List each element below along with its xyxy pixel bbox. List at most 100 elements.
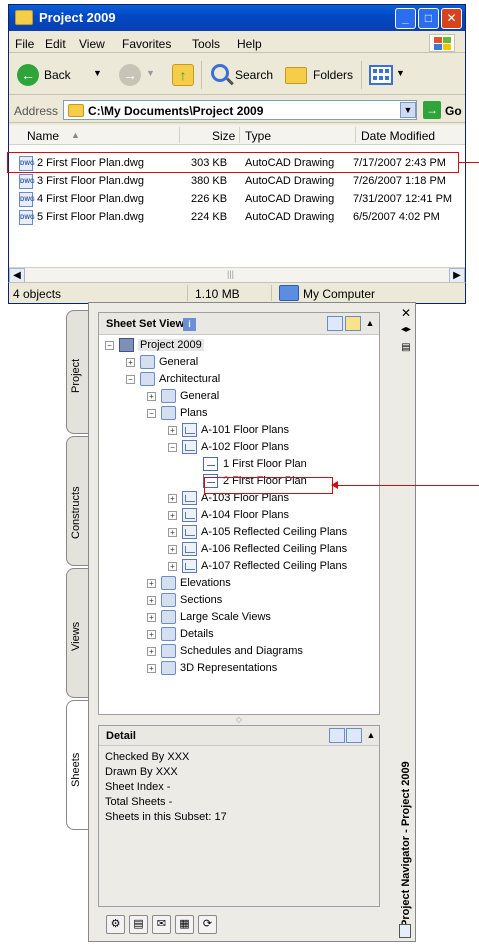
folders-icon[interactable] (285, 67, 307, 84)
maximize-button[interactable]: □ (418, 8, 439, 29)
menu-help[interactable]: Help (237, 37, 262, 51)
minimize-button[interactable]: _ (395, 8, 416, 29)
address-path[interactable]: C:\My Documents\Project 2009 (88, 104, 263, 118)
search-icon[interactable] (211, 64, 229, 82)
tree-item-label: A-102 Floor Plans (201, 441, 290, 453)
collapse-icon[interactable]: − (105, 341, 114, 350)
tree-item-label: Sections (180, 594, 223, 606)
properties-icon[interactable]: ▤ (399, 342, 413, 353)
tab-constructs[interactable]: Constructs (66, 436, 90, 566)
view-toggle-icon[interactable] (327, 316, 343, 331)
expand-icon[interactable]: + (147, 596, 156, 605)
expand-icon[interactable]: + (147, 579, 156, 588)
tab-project[interactable]: Project (66, 310, 90, 434)
expand-icon[interactable]: + (147, 630, 156, 639)
expand-icon[interactable]: + (147, 647, 156, 656)
palette-menu-icon[interactable] (399, 924, 411, 938)
sheet-icon (182, 423, 197, 437)
collapse-icon[interactable]: − (168, 443, 177, 452)
back-dropdown-icon[interactable]: ▼ (93, 68, 102, 78)
collapse-up-icon[interactable]: ▲ (364, 728, 378, 742)
tree-item-label: A-101 Floor Plans (201, 424, 290, 436)
back-button-label[interactable]: Back (44, 68, 71, 82)
detail-view-icon[interactable] (329, 728, 345, 743)
highlight-box-view (204, 477, 333, 494)
forward-arrow-icon[interactable]: → (119, 64, 141, 86)
expand-icon[interactable]: + (147, 664, 156, 673)
preview-icon[interactable] (346, 728, 362, 743)
forward-dropdown-icon[interactable]: ▼ (146, 68, 155, 78)
address-field[interactable]: C:\My Documents\Project 2009 ▼ (63, 100, 417, 120)
sync-icon[interactable]: ⟳ (198, 915, 217, 934)
up-folder-icon[interactable]: ↑ (172, 64, 194, 86)
panel-splitter[interactable]: ◇ (98, 715, 380, 725)
subset-icon (161, 610, 176, 624)
expand-icon[interactable]: + (168, 528, 177, 537)
status-location: My Computer (303, 287, 376, 301)
views-icon[interactable] (369, 65, 393, 85)
explorer-title-bar[interactable]: Project 2009 _ □ ✕ (9, 5, 465, 31)
status-total-size: 1.10 MB (195, 287, 240, 301)
expand-icon[interactable]: + (147, 392, 156, 401)
close-button[interactable]: ✕ (441, 8, 462, 29)
info-icon[interactable]: i (183, 318, 196, 331)
views-dropdown-icon[interactable]: ▼ (396, 68, 405, 78)
expand-icon[interactable]: + (168, 494, 177, 503)
tree-item-label: A-106 Reflected Ceiling Plans (201, 543, 348, 555)
address-dropdown-icon[interactable]: ▼ (400, 102, 416, 118)
go-button-label[interactable]: Go (445, 104, 462, 118)
menu-edit[interactable]: Edit (45, 37, 66, 51)
collapse-up-icon[interactable]: ▲ (363, 316, 377, 330)
file-date: 7/26/2007 1:18 PM (353, 175, 446, 187)
tab-sheets[interactable]: Sheets (66, 700, 90, 830)
back-arrow-icon[interactable]: ← (17, 64, 39, 86)
column-header-name[interactable]: Name (27, 129, 59, 143)
menu-favorites[interactable]: Favorites (122, 37, 171, 51)
column-header-size[interactable]: Size (212, 129, 235, 143)
subset-icon (161, 389, 176, 403)
expand-icon[interactable]: + (168, 562, 177, 571)
explorer-window: Project 2009 _ □ ✕ File Edit View Favori… (8, 4, 466, 294)
horizontal-scrollbar[interactable]: ◀ ||| ▶ (9, 267, 465, 283)
collapse-icon[interactable]: − (147, 409, 156, 418)
expand-icon[interactable]: + (168, 426, 177, 435)
column-header-date[interactable]: Date Modified (361, 129, 435, 143)
tree-item-label: Elevations (180, 577, 231, 589)
go-arrow-icon[interactable]: → (423, 101, 441, 119)
address-label: Address (14, 104, 59, 118)
expand-icon[interactable]: + (126, 358, 135, 367)
auto-hide-icon[interactable]: ◂▸ (399, 324, 413, 335)
dwg-file-icon: DWG (19, 210, 35, 225)
tree-item-label: Schedules and Diagrams (180, 645, 303, 657)
column-header-type[interactable]: Type (245, 129, 271, 143)
expand-icon[interactable]: + (147, 613, 156, 622)
scroll-right-icon[interactable]: ▶ (449, 268, 465, 283)
scroll-grip-icon[interactable]: ||| (227, 269, 234, 279)
folders-button-label[interactable]: Folders (313, 68, 353, 82)
tree-item-label: 1 First Floor Plan (223, 458, 307, 470)
expand-icon[interactable]: + (168, 511, 177, 520)
expand-icon[interactable]: + (168, 545, 177, 554)
status-bar: 4 objects 1.10 MB My Computer (8, 282, 466, 304)
edit-icon[interactable] (345, 316, 361, 331)
file-row[interactable]: DWG 3 First Floor Plan.dwg 380 KB AutoCA… (9, 172, 465, 190)
menu-view[interactable]: View (79, 37, 105, 51)
file-row[interactable]: DWG 4 First Floor Plan.dwg 226 KB AutoCA… (9, 190, 465, 208)
search-button-label[interactable]: Search (235, 68, 273, 82)
tree-item-label: Large Scale Views (180, 611, 271, 623)
scroll-left-icon[interactable]: ◀ (9, 268, 25, 283)
sheet-list-icon[interactable]: ▤ (129, 915, 148, 934)
file-name: 4 First Floor Plan.dwg (37, 193, 144, 205)
tree-item-label: A-104 Floor Plans (201, 509, 290, 521)
publish-icon[interactable]: ⚙ (106, 915, 125, 934)
table-icon[interactable]: ▦ (175, 915, 194, 934)
menu-file[interactable]: File (15, 37, 34, 51)
file-size: 226 KB (191, 193, 228, 205)
transmit-icon[interactable]: ✉ (152, 915, 171, 934)
tab-views[interactable]: Views (66, 568, 90, 698)
close-palette-icon[interactable]: ✕ (399, 306, 413, 320)
file-row[interactable]: DWG 5 First Floor Plan.dwg 224 KB AutoCA… (9, 208, 465, 226)
menu-tools[interactable]: Tools (192, 37, 220, 51)
sheet-icon (182, 440, 197, 454)
collapse-icon[interactable]: − (126, 375, 135, 384)
